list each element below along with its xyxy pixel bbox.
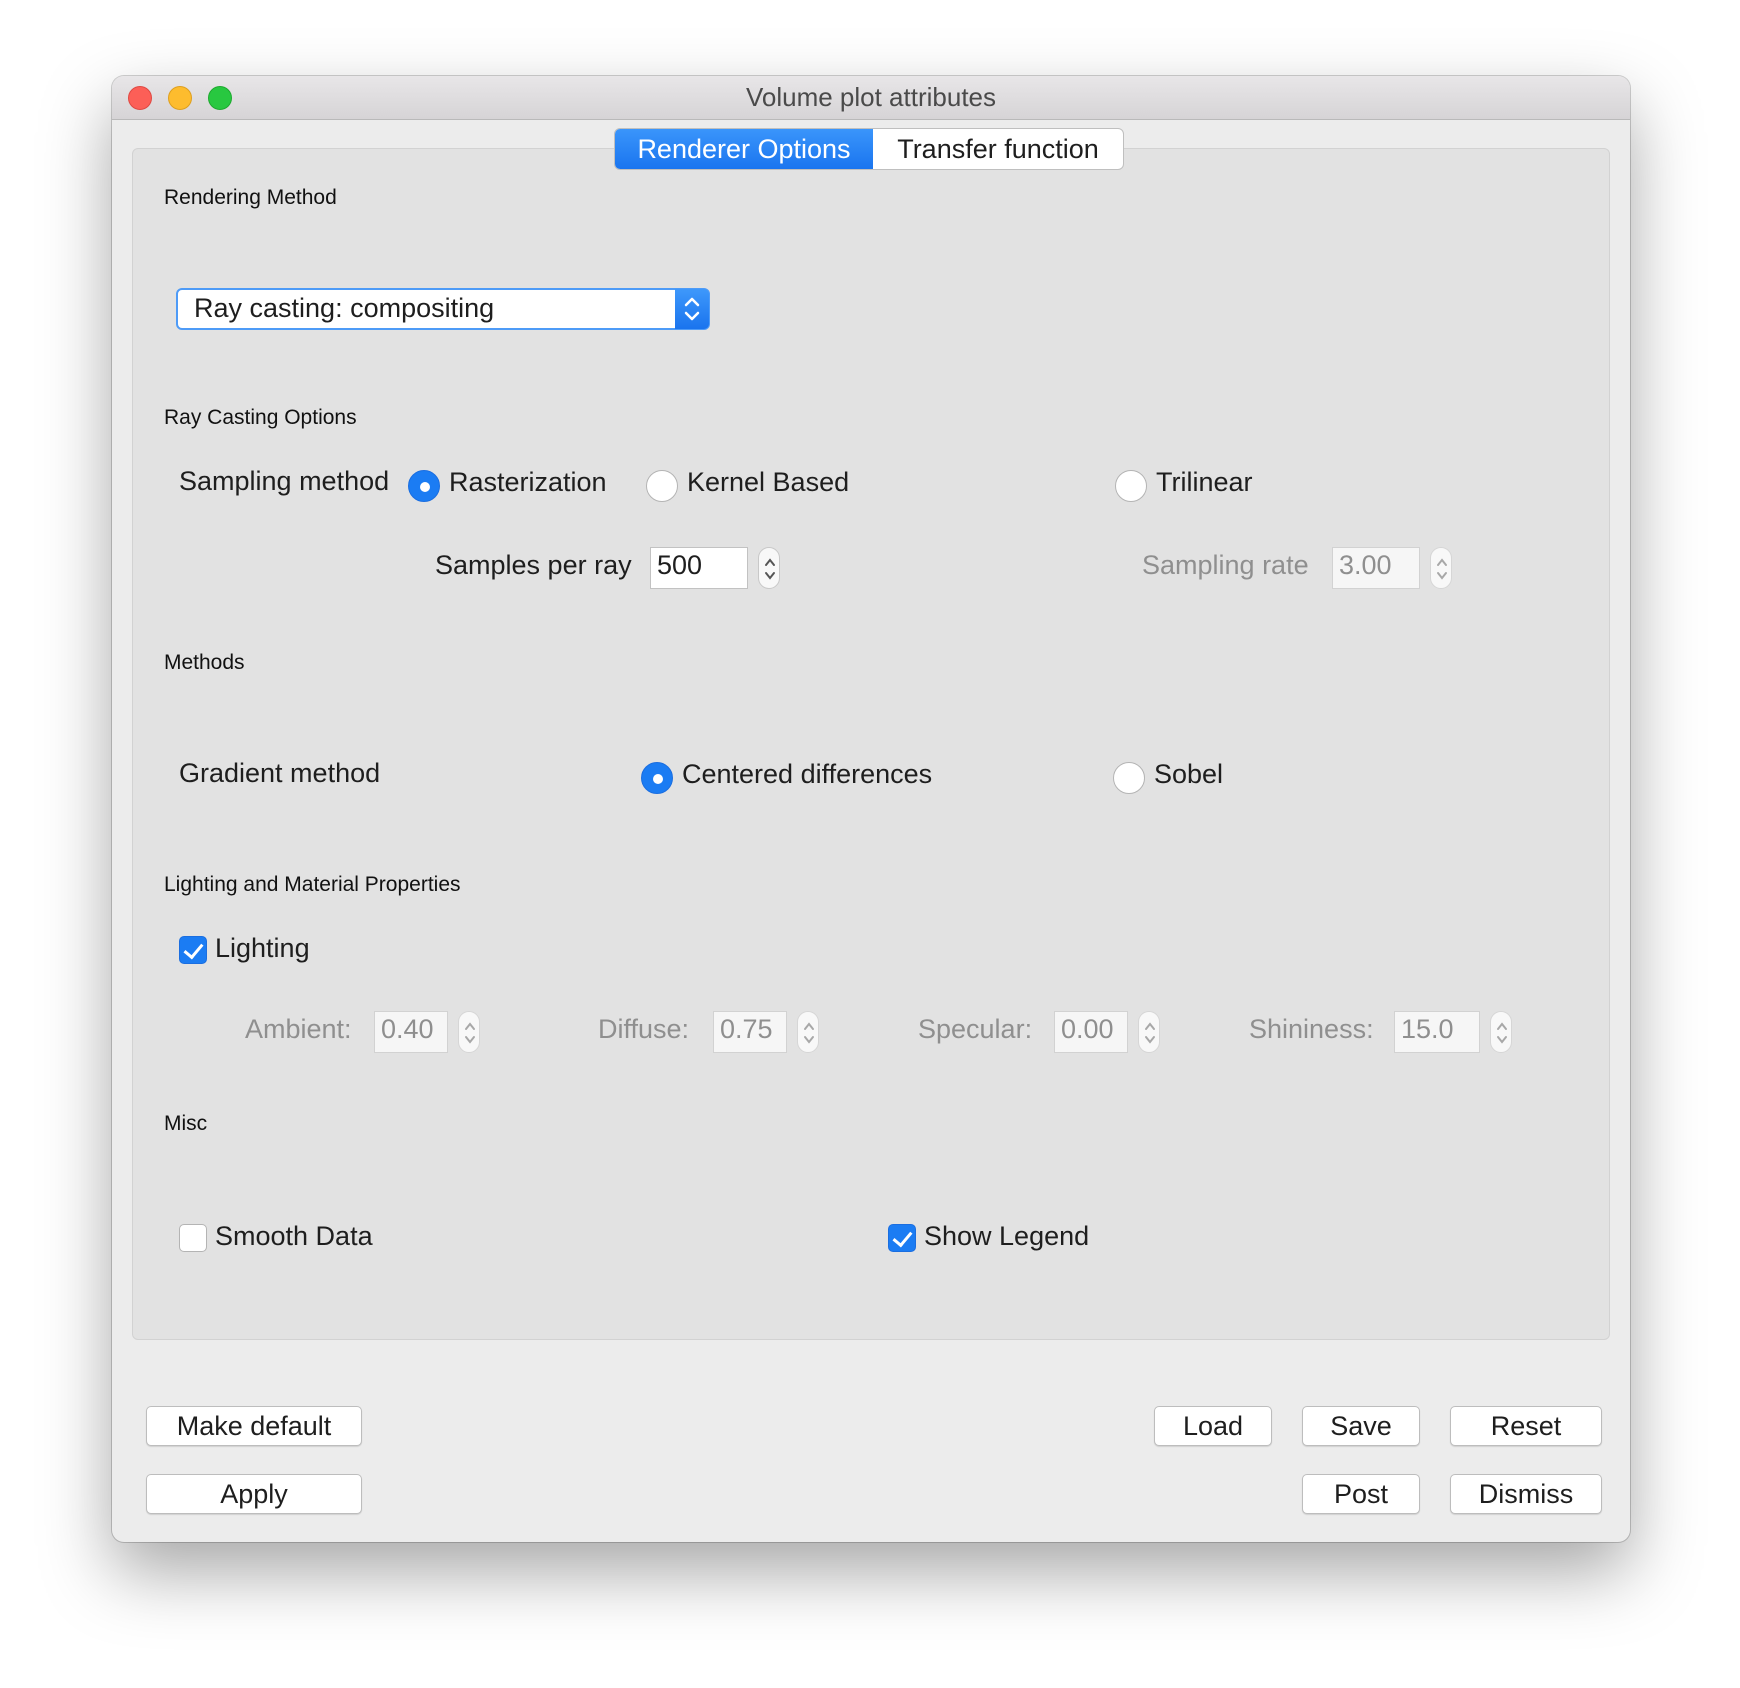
title-bar: Volume plot attributes [112, 76, 1630, 120]
gradient-method-label: Gradient method [179, 758, 381, 788]
dismiss-button[interactable]: Dismiss [1450, 1474, 1602, 1514]
save-button[interactable]: Save [1302, 1406, 1420, 1446]
ray-casting-group-title: Ray Casting Options [164, 406, 357, 429]
tab-renderer-options[interactable]: Renderer Options [615, 129, 873, 169]
ambient-label: Ambient: [245, 1014, 352, 1044]
chevron-up-down-icon [675, 289, 709, 329]
specular-label: Specular: [918, 1014, 1033, 1044]
sobel-radio[interactable] [1113, 762, 1145, 794]
sobel-label[interactable]: Sobel [1154, 759, 1223, 790]
lighting-label[interactable]: Lighting [215, 933, 310, 964]
lighting-group-title: Lighting and Material Properties [164, 873, 461, 896]
diffuse-input[interactable]: 0.75 [713, 1011, 787, 1053]
trilinear-radio[interactable] [1115, 470, 1147, 502]
samples-per-ray-input[interactable]: 500 [650, 547, 748, 589]
reset-button[interactable]: Reset [1450, 1406, 1602, 1446]
ambient-stepper[interactable] [458, 1011, 480, 1053]
shininess-label: Shininess: [1249, 1014, 1374, 1044]
rendering-method-group-title: Rendering Method [164, 186, 337, 209]
smooth-data-label[interactable]: Smooth Data [215, 1221, 373, 1252]
volume-plot-attributes-window: Volume plot attributes Renderer Options … [112, 76, 1630, 1542]
sampling-rate-label: Sampling rate [1142, 550, 1309, 580]
apply-button[interactable]: Apply [146, 1474, 362, 1514]
specular-stepper[interactable] [1138, 1011, 1160, 1053]
ambient-input[interactable]: 0.40 [374, 1011, 448, 1053]
show-legend-label[interactable]: Show Legend [924, 1221, 1089, 1252]
make-default-button[interactable]: Make default [146, 1406, 362, 1446]
load-button[interactable]: Load [1154, 1406, 1272, 1446]
samples-per-ray-stepper[interactable] [758, 547, 780, 589]
diffuse-label: Diffuse: [598, 1014, 690, 1044]
kernel-based-label[interactable]: Kernel Based [687, 467, 849, 498]
kernel-based-radio[interactable] [646, 470, 678, 502]
centered-differences-radio[interactable] [641, 762, 673, 794]
lighting-checkbox[interactable] [179, 936, 207, 964]
rasterization-label[interactable]: Rasterization [449, 467, 607, 498]
methods-group-title: Methods [164, 651, 245, 674]
trilinear-label[interactable]: Trilinear [1156, 467, 1253, 498]
rendering-method-select[interactable]: Ray casting: compositing [176, 288, 710, 330]
post-button[interactable]: Post [1302, 1474, 1420, 1514]
specular-input[interactable]: 0.00 [1054, 1011, 1128, 1053]
tab-bar: Renderer Options Transfer function [614, 128, 1124, 170]
sampling-method-label: Sampling method [179, 466, 390, 496]
sampling-rate-input[interactable]: 3.00 [1332, 547, 1420, 589]
misc-group-title: Misc [164, 1112, 208, 1135]
centered-differences-label[interactable]: Centered differences [682, 759, 932, 790]
shininess-stepper[interactable] [1490, 1011, 1512, 1053]
smooth-data-checkbox[interactable] [179, 1224, 207, 1252]
sampling-rate-stepper[interactable] [1430, 547, 1452, 589]
rasterization-radio[interactable] [408, 470, 440, 502]
show-legend-checkbox[interactable] [888, 1224, 916, 1252]
rendering-method-selected-value: Ray casting: compositing [194, 293, 495, 323]
window-title: Volume plot attributes [745, 82, 997, 112]
samples-per-ray-label: Samples per ray [435, 550, 632, 580]
tab-transfer-function[interactable]: Transfer function [873, 129, 1123, 169]
diffuse-stepper[interactable] [797, 1011, 819, 1053]
shininess-input[interactable]: 15.0 [1394, 1011, 1480, 1053]
